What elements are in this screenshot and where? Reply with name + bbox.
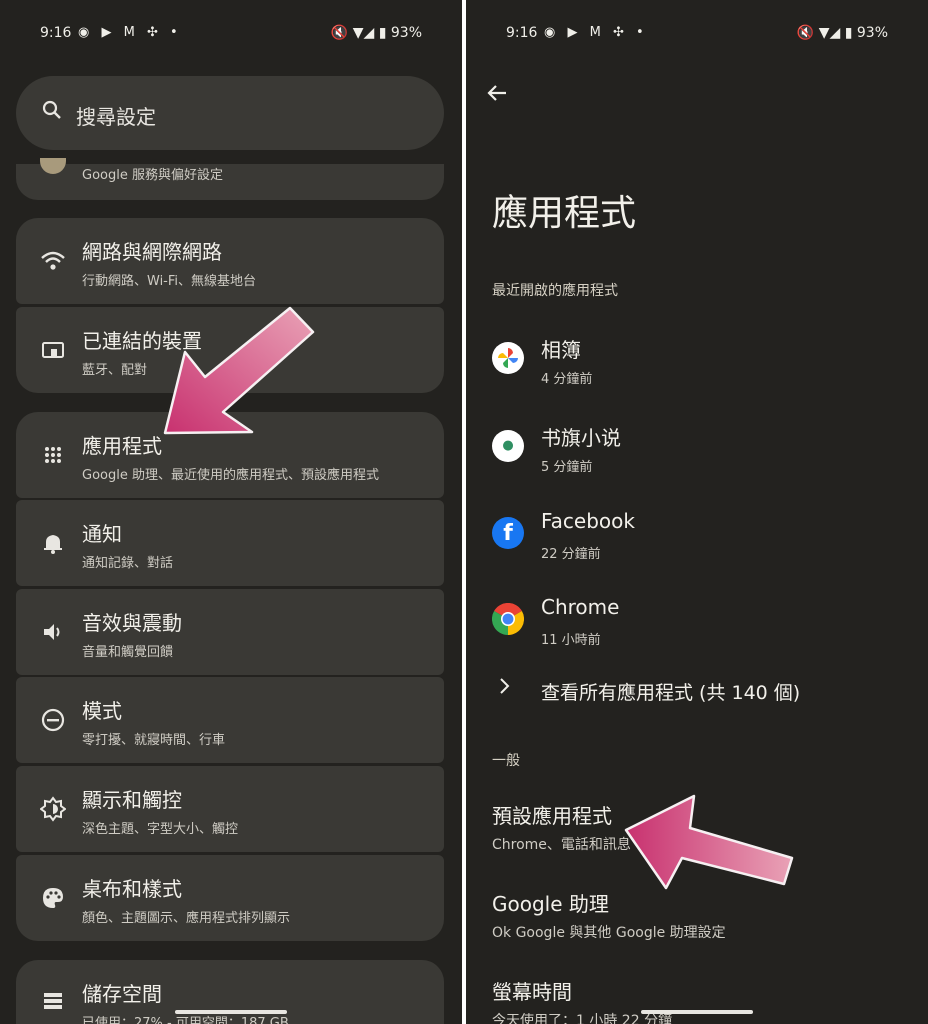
apps-screen: 9:16 ◉ ▶ M ✣ • 🔇 ▼◢ ▮ 93% 應用程式 最近開啟的應用程式… (466, 0, 928, 1024)
storage-icon (40, 988, 66, 1014)
gesture-nav-bar[interactable] (641, 1010, 753, 1014)
recent-apps-header: 最近開啟的應用程式 (492, 283, 618, 299)
app-last-used: 4 分鐘前 (541, 372, 593, 387)
item-title: 已連結的裝置 (82, 329, 202, 353)
notification-icons: ◉ ▶ M ✣ • (78, 25, 182, 40)
app-last-used: 5 分鐘前 (541, 460, 593, 475)
item-title: 顯示和觸控 (82, 788, 182, 812)
see-all-apps-label: 查看所有應用程式 (共 140 個) (541, 682, 801, 704)
photos-icon (492, 342, 524, 374)
item-title: 螢幕時間 (492, 980, 572, 1004)
item-title: 應用程式 (82, 434, 162, 458)
item-title: 模式 (82, 699, 122, 723)
app-last-used: 22 分鐘前 (541, 547, 601, 562)
status-time: 9:16 (506, 25, 538, 41)
bell-icon (40, 530, 66, 556)
gesture-nav-bar[interactable] (175, 1010, 287, 1014)
item-subtitle: 通知記錄、對話 (82, 556, 174, 571)
settings-item-display[interactable]: 顯示和觸控 深色主題、字型大小、觸控 (16, 766, 444, 852)
item-title: 儲存空間 (82, 982, 162, 1006)
item-title: 網路與網際網路 (82, 240, 222, 264)
settings-item-sound[interactable]: 音效與震動 音量和觸覺回饋 (16, 589, 444, 675)
app-name: Chrome (541, 595, 620, 619)
item-subtitle: 行動網路、Wi-Fi、無線基地台 (82, 274, 257, 289)
google-settings-item[interactable]: Google 服務與偏好設定 (16, 158, 444, 200)
item-subtitle: Chrome、電話和訊息 (492, 837, 631, 853)
item-subtitle: 零打擾、就寢時間、行車 (82, 733, 226, 748)
settings-item-modes[interactable]: 模式 零打擾、就寢時間、行車 (16, 677, 444, 763)
chrome-icon (491, 602, 525, 636)
apps-grid-icon (40, 442, 66, 468)
app-last-used: 11 小時前 (541, 633, 601, 648)
item-subtitle: 深色主題、字型大小、觸控 (82, 822, 239, 837)
recent-app-facebook[interactable]: f Facebook 22 分鐘前 (466, 497, 928, 575)
chevron-right-icon (498, 676, 512, 701)
settings-item-notifications[interactable]: 通知 通知記錄、對話 (16, 500, 444, 586)
facebook-icon: f (492, 517, 524, 549)
back-arrow-icon[interactable] (486, 82, 508, 110)
item-title: 桌布和樣式 (82, 877, 182, 901)
app-name: 书旗小说 (541, 426, 621, 450)
see-all-apps-link[interactable]: 查看所有應用程式 (共 140 個) (466, 666, 928, 716)
item-subtitle: Google 助理、最近使用的應用程式、預設應用程式 (82, 468, 379, 483)
item-subtitle: 藍牙、配對 (82, 363, 148, 378)
palette-icon (40, 885, 66, 911)
general-header: 一般 (492, 753, 520, 769)
status-time: 9:16 (40, 25, 72, 41)
devices-icon (40, 337, 66, 363)
shuqi-icon: ● (492, 430, 524, 462)
item-title: 通知 (82, 522, 122, 546)
volume-icon (40, 619, 66, 645)
system-status: 🔇 ▼◢ ▮ 93% (330, 25, 422, 41)
item-title: 音效與震動 (82, 611, 182, 635)
brightness-icon (39, 796, 67, 822)
system-status: 🔇 ▼◢ ▮ 93% (796, 25, 888, 41)
status-bar: 9:16 ◉ ▶ M ✣ • 🔇 ▼◢ ▮ 93% (466, 22, 928, 46)
dnd-icon (40, 707, 66, 733)
item-subtitle: 音量和觸覺回饋 (82, 645, 174, 660)
app-name: 相簿 (541, 338, 581, 362)
settings-item-connected-devices[interactable]: 已連結的裝置 藍牙、配對 (16, 307, 444, 393)
settings-item-storage[interactable]: 儲存空間 已使用：27% - 可用空間：187 GB (16, 960, 444, 1024)
google-assistant-item[interactable]: Google 助理 Ok Google 與其他 Google 助理設定 (492, 888, 912, 954)
default-apps-item[interactable]: 預設應用程式 Chrome、電話和訊息 (492, 800, 912, 866)
search-placeholder: 搜尋設定 (76, 105, 156, 129)
item-title: Google 助理 (492, 892, 609, 916)
search-bar[interactable]: 搜尋設定 (16, 76, 444, 150)
settings-item-apps[interactable]: 應用程式 Google 助理、最近使用的應用程式、預設應用程式 (16, 412, 444, 498)
settings-item-wallpaper[interactable]: 桌布和樣式 顏色、主題圖示、應用程式排列顯示 (16, 855, 444, 941)
status-bar: 9:16 ◉ ▶ M ✣ • 🔇 ▼◢ ▮ 93% (0, 22, 462, 46)
recent-app-photos[interactable]: 相簿 4 分鐘前 (466, 322, 928, 400)
notification-icons: ◉ ▶ M ✣ • (544, 25, 648, 40)
screen-time-item[interactable]: 螢幕時間 今天使用了：1 小時 22 分鐘 (492, 976, 912, 1024)
wifi-icon (40, 248, 66, 274)
google-account-avatar (40, 158, 66, 174)
search-icon (42, 100, 62, 126)
app-name: Facebook (541, 509, 635, 533)
settings-item-network[interactable]: 網路與網際網路 行動網路、Wi-Fi、無線基地台 (16, 218, 444, 304)
item-subtitle: 顏色、主題圖示、應用程式排列顯示 (82, 911, 291, 926)
google-settings-subtitle: Google 服務與偏好設定 (82, 168, 223, 183)
item-subtitle: Ok Google 與其他 Google 助理設定 (492, 925, 726, 941)
page-title: 應用程式 (492, 193, 637, 234)
recent-app-shuqi[interactable]: ● 书旗小说 5 分鐘前 (466, 410, 928, 488)
item-title: 預設應用程式 (492, 804, 612, 828)
recent-app-chrome[interactable]: Chrome 11 小時前 (466, 583, 928, 661)
settings-screen: 9:16 ◉ ▶ M ✣ • 🔇 ▼◢ ▮ 93% 搜尋設定 Google 服務… (0, 0, 462, 1024)
